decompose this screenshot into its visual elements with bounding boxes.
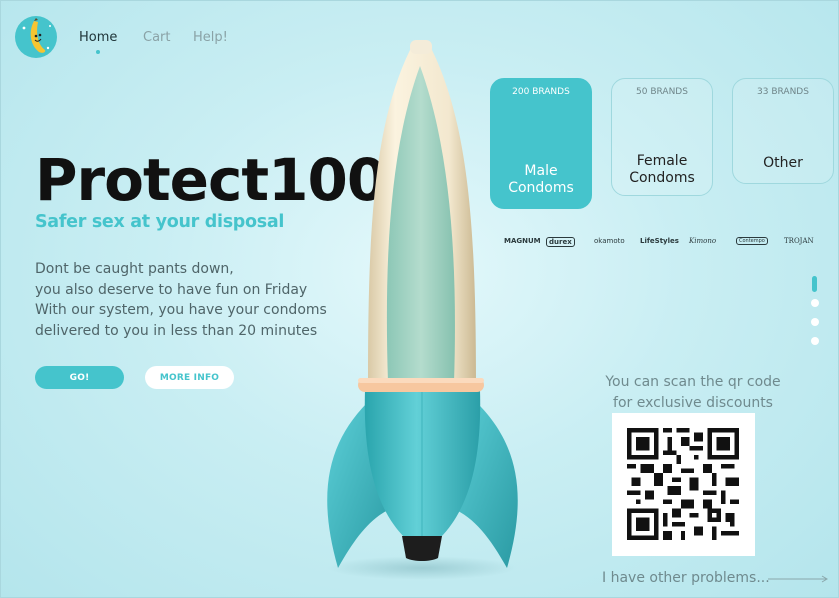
card-label-line: Condoms — [508, 180, 574, 196]
card-label: Female Condoms — [612, 153, 712, 187]
brand-logo[interactable]: TROJAN — [784, 237, 814, 245]
qr-code-icon — [627, 428, 739, 540]
card-brand-count: 200 BRANDS — [512, 87, 570, 97]
banana-icon — [22, 18, 51, 53]
card-label-line: Male — [524, 163, 558, 179]
brand-logo[interactable]: MAGNUM — [504, 237, 541, 245]
hero-description-line: delivered to you in less than 20 minutes — [35, 322, 318, 339]
category-card-male[interactable]: 200 BRANDS Male Condoms — [490, 78, 592, 209]
qr-caption-line: for exclusive discounts — [613, 395, 773, 411]
qr-caption: You can scan the qr code for exclusive d… — [593, 372, 793, 414]
brand-logo[interactable]: Contempo — [736, 237, 768, 245]
pager-dot[interactable] — [811, 299, 819, 307]
more-info-button[interactable]: MORE INFO — [145, 366, 234, 389]
brand-logos: MAGNUM durex okamoto LifeStyles Kimono C… — [500, 237, 820, 251]
pager-dot[interactable] — [811, 337, 819, 345]
card-label-line: Female — [636, 153, 688, 169]
brand-logo[interactable]: durex — [546, 237, 575, 247]
nav-cart-link[interactable]: Cart — [143, 30, 171, 45]
card-label: Male Condoms — [491, 163, 591, 197]
brand-logo[interactable]: Kimono — [689, 237, 716, 245]
nav-home-link[interactable]: Home — [79, 30, 117, 54]
card-brand-count: 50 BRANDS — [636, 87, 688, 97]
qr-caption-line: You can scan the qr code — [605, 374, 781, 390]
other-problems-link[interactable]: I have other problems... — [602, 570, 770, 586]
card-label-line: Other — [763, 155, 803, 171]
brand-logo[interactable]: okamoto — [594, 237, 625, 245]
pager-dot-active[interactable] — [812, 276, 817, 292]
hero-description-line: With our system, you have your condoms — [35, 302, 327, 318]
category-card-female[interactable]: 50 BRANDS Female Condoms — [611, 78, 713, 196]
hero-subtitle: Safer sex at your disposal — [35, 212, 285, 232]
nav-help-link[interactable]: Help! — [193, 30, 228, 45]
go-button[interactable]: GO! — [35, 366, 124, 389]
qr-code[interactable] — [612, 413, 755, 556]
card-label-line: Condoms — [629, 170, 695, 186]
arrow-right-icon[interactable] — [768, 573, 830, 585]
banana-logo[interactable] — [15, 16, 57, 58]
card-label: Other — [733, 155, 833, 172]
hero-description: Dont be caught pants down, you also dese… — [35, 259, 335, 341]
card-brand-count: 33 BRANDS — [757, 87, 809, 97]
hero-description-line: you also deserve to have fun on Friday — [35, 281, 308, 298]
brand-logo[interactable]: LifeStyles — [640, 237, 679, 245]
pager-dot[interactable] — [811, 318, 819, 326]
slide-pager — [810, 276, 820, 348]
hero-description-line: Dont be caught pants down, — [35, 261, 234, 277]
category-card-other[interactable]: 33 BRANDS Other — [732, 78, 834, 184]
